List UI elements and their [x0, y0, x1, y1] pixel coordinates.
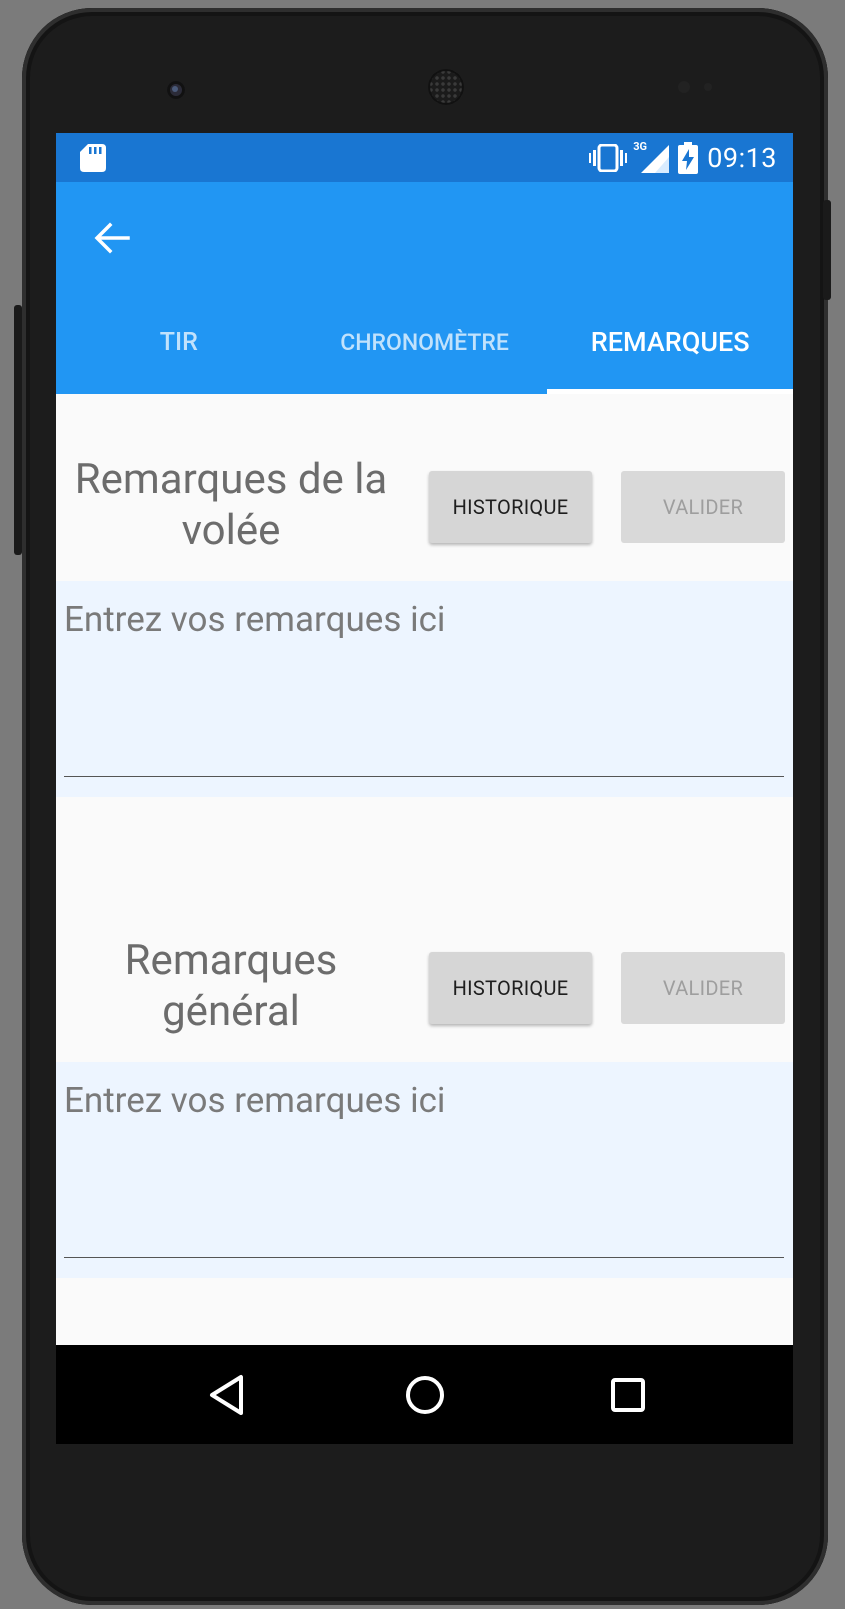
tab-remarques[interactable]: REMARQUES	[547, 298, 793, 394]
general-remarks-title-line1: Remarques	[124, 936, 338, 985]
general-history-button[interactable]: HISTORIQUE	[429, 952, 592, 1024]
volume-rocker[interactable]	[14, 305, 22, 555]
proximity-sensor	[678, 81, 690, 93]
tab-tir[interactable]: TIR	[56, 298, 302, 394]
general-remarks-title-line2: général	[162, 987, 300, 1036]
status-clock: 09:13	[707, 141, 777, 174]
cellular-signal-icon: 3G	[633, 140, 670, 173]
volley-remarks-header: Remarques de la volée HISTORIQUE VALIDER	[56, 454, 793, 566]
volley-validate-button[interactable]: VALIDER	[621, 471, 785, 543]
triangle-back-icon	[209, 1374, 243, 1415]
square-recents-icon	[610, 1377, 645, 1412]
volley-remarks-title: Remarques de la volée	[56, 454, 406, 556]
app-screen: 3G 09:13 TIR CHRONOMÈTRE REMARQUES Remar…	[56, 133, 793, 1444]
battery-charging-icon	[678, 141, 699, 174]
nav-home-button[interactable]	[375, 1345, 474, 1444]
front-camera	[167, 81, 185, 99]
vibrate-icon	[589, 143, 628, 172]
volley-remarks-input[interactable]	[64, 599, 784, 777]
tab-bar: TIR CHRONOMÈTRE REMARQUES	[56, 298, 793, 394]
general-remarks-input[interactable]	[64, 1080, 784, 1258]
back-button[interactable]	[82, 208, 142, 268]
general-validate-button[interactable]: VALIDER	[621, 952, 785, 1024]
sd-card-icon	[80, 144, 106, 172]
light-sensor	[704, 83, 712, 91]
general-notes-area	[56, 1062, 793, 1278]
volley-history-button[interactable]: HISTORIQUE	[429, 471, 592, 543]
navigation-bar	[56, 1345, 793, 1444]
nav-back-button[interactable]	[177, 1345, 276, 1444]
nav-recents-button[interactable]	[578, 1345, 677, 1444]
tab-chronometre[interactable]: CHRONOMÈTRE	[302, 298, 548, 394]
volley-remarks-title-line1: Remarques de la	[74, 455, 388, 504]
power-button[interactable]	[823, 200, 831, 300]
volley-remarks-title-line2: volée	[181, 506, 281, 555]
earpiece-speaker	[428, 69, 464, 105]
general-remarks-header: Remarques général HISTORIQUE VALIDER	[56, 935, 793, 1047]
volley-notes-area	[56, 581, 793, 797]
arrow-back-icon	[94, 222, 130, 254]
general-remarks-title: Remarques général	[56, 935, 406, 1037]
circle-home-icon	[405, 1375, 444, 1414]
status-bar: 3G 09:13	[56, 133, 793, 182]
app-bar: TIR CHRONOMÈTRE REMARQUES	[56, 182, 793, 394]
